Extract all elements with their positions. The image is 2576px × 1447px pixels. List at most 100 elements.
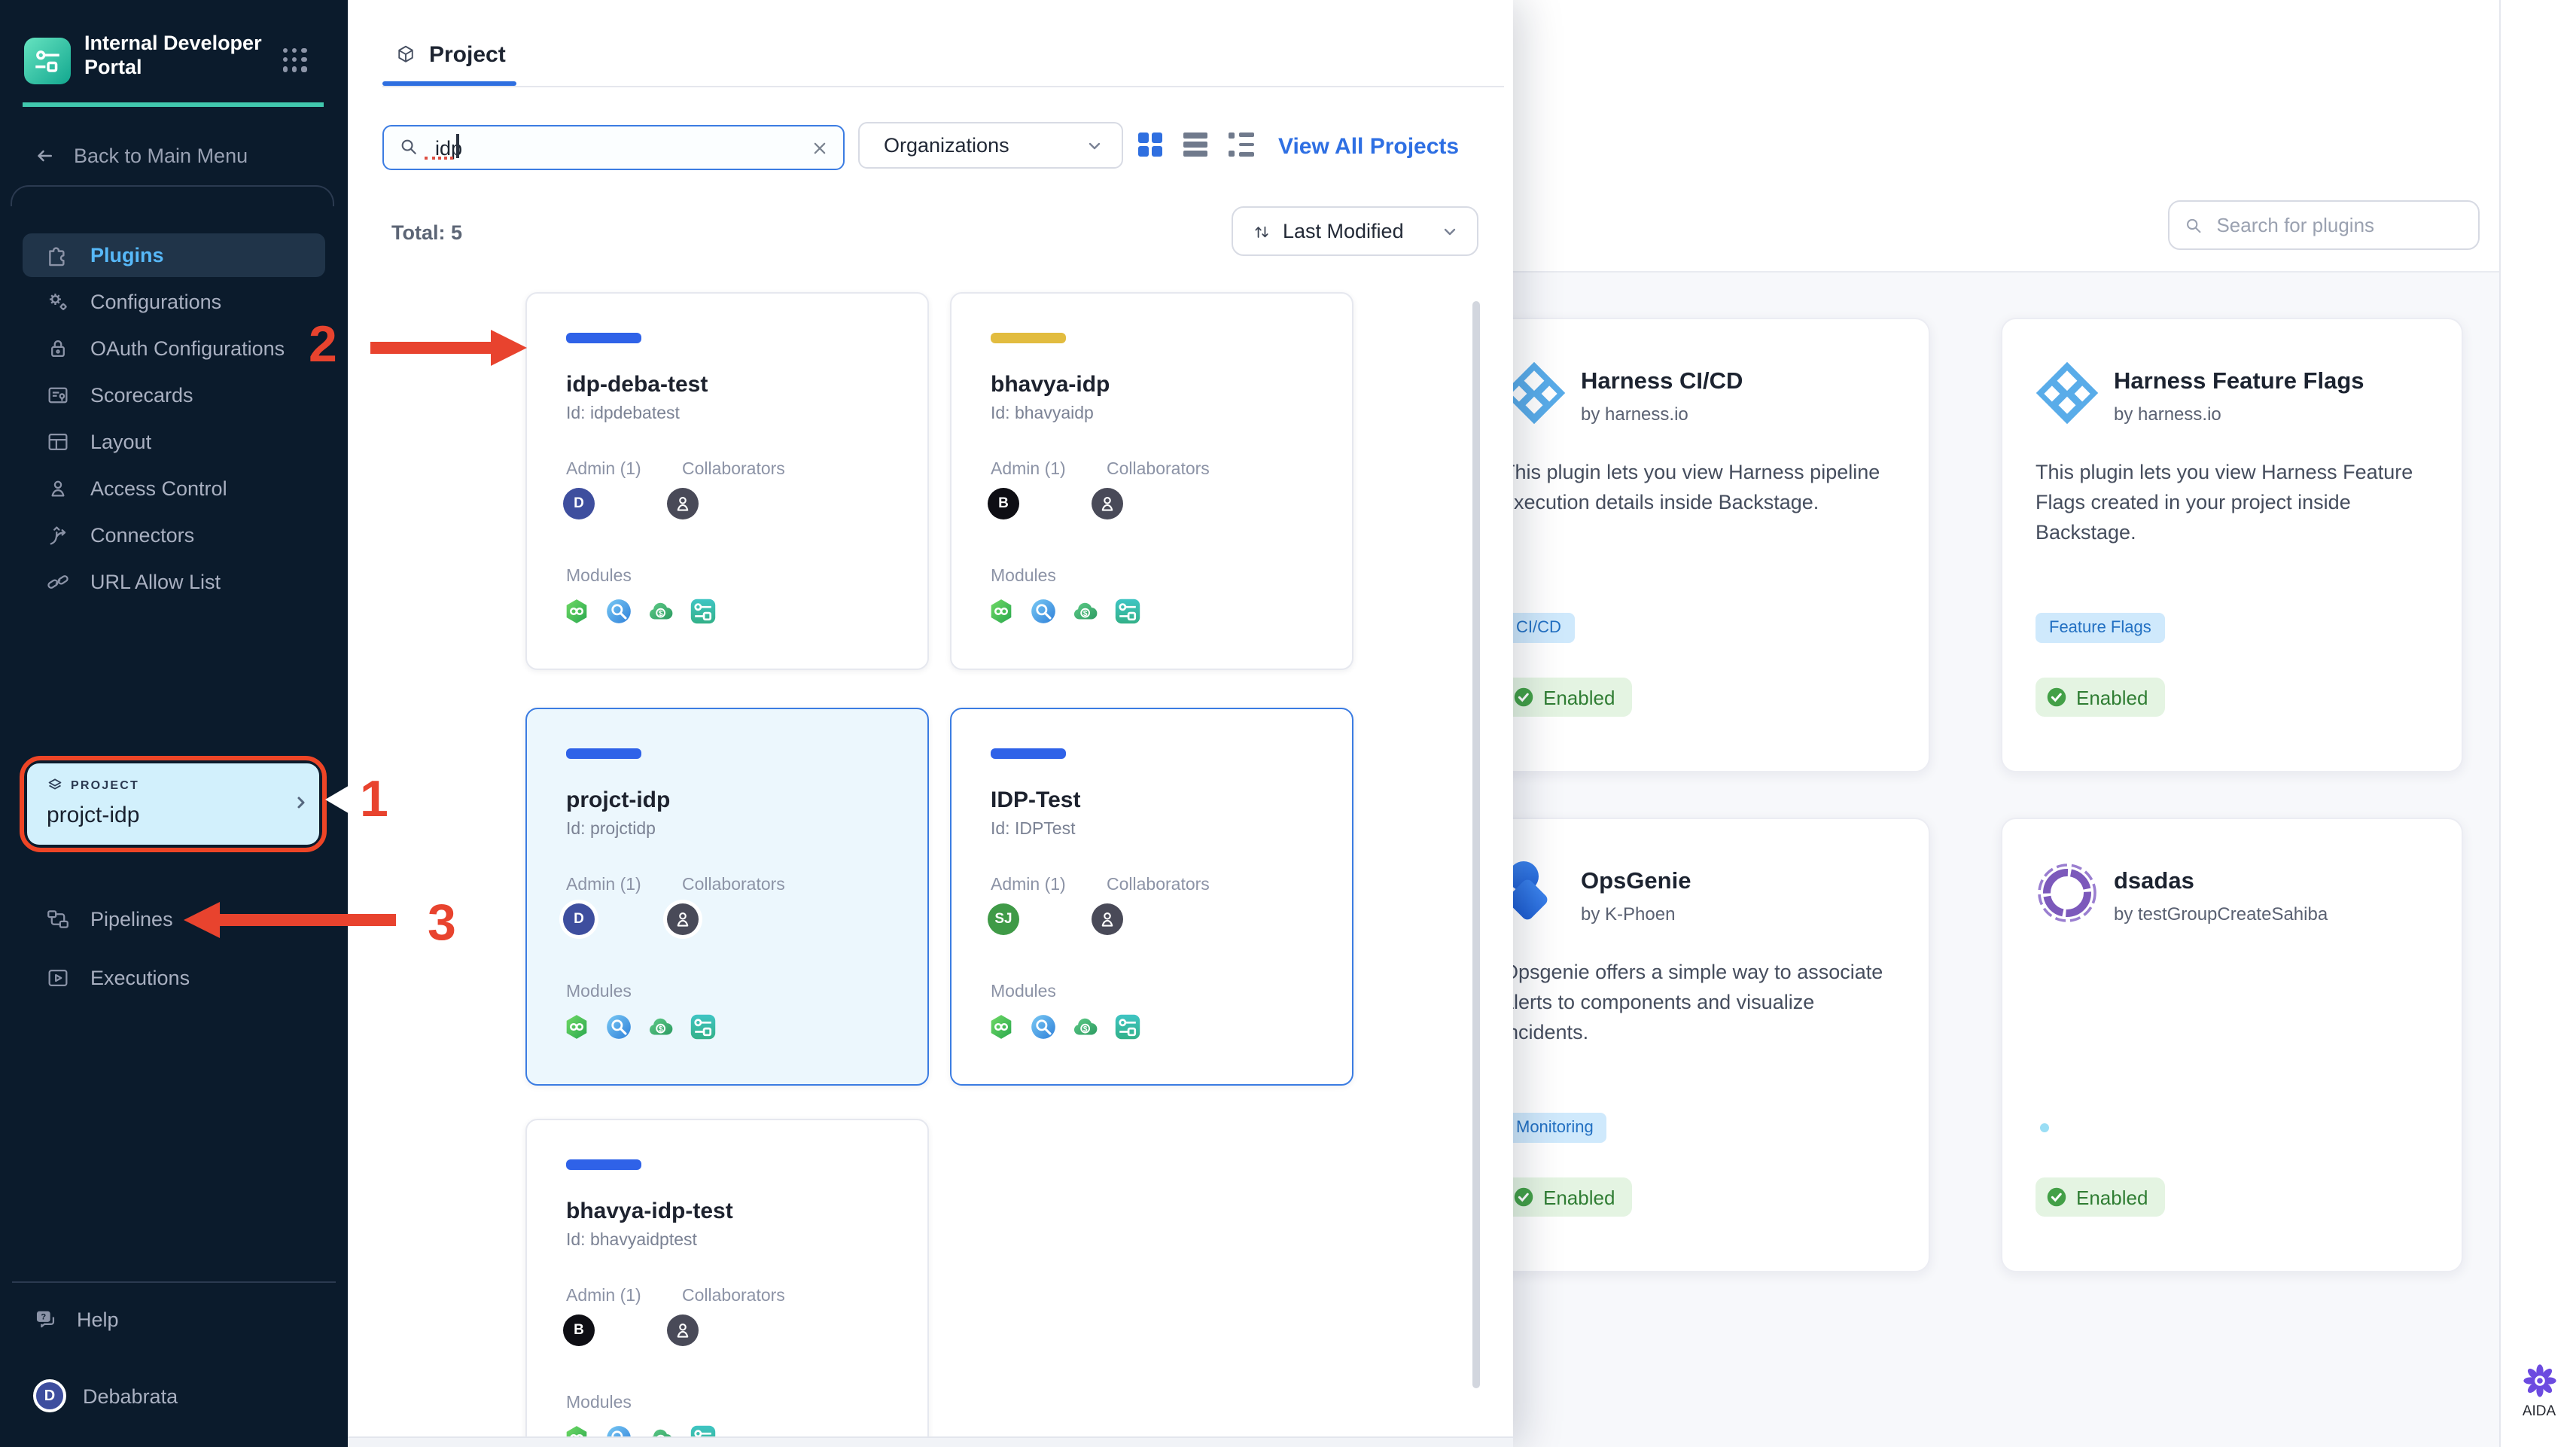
project-selector[interactable]: PROJECT projct-idp: [27, 763, 319, 845]
back-to-main-menu[interactable]: Back to Main Menu: [33, 145, 248, 167]
project-id: Id: projctidp: [566, 821, 656, 839]
cube-icon: [398, 45, 413, 62]
modules-label: Modules: [566, 983, 632, 1001]
project-card-color-bar: [566, 748, 641, 758]
help-button[interactable]: ? Help: [33, 1307, 119, 1333]
clear-search-icon[interactable]: [811, 139, 828, 156]
aida-assistant-button[interactable]: AIDA: [2501, 1363, 2576, 1420]
app-switcher-icon[interactable]: [283, 48, 307, 72]
puzzle-icon: [49, 247, 65, 267]
cd-module-icon: [988, 1013, 1015, 1040]
admin-label: Admin (1): [991, 876, 1066, 894]
modal-scrollbar[interactable]: [1472, 301, 1480, 1388]
sidebar-item-oauth-configurations[interactable]: OAuth Configurations: [23, 327, 325, 370]
tab-project[interactable]: Project: [394, 42, 506, 68]
person-icon: [51, 480, 65, 497]
view-all-projects-link[interactable]: View All Projects: [1278, 134, 1459, 160]
admin-avatar: D: [563, 903, 595, 935]
project-card-idp-test[interactable]: IDP-Test Id: IDPTest Admin (1) Collabora…: [950, 708, 1353, 1086]
chaos-module-icon: [1030, 598, 1057, 625]
organizations-dropdown[interactable]: Organizations: [858, 122, 1123, 169]
project-card-idp-deba-test[interactable]: idp-deba-test Id: idpdebatest Admin (1) …: [525, 292, 929, 670]
person-icon: [671, 492, 694, 515]
admin-label: Admin (1): [566, 1287, 641, 1305]
plugin-card-dsadas[interactable]: dsadas by testGroupCreateSahiba Enabled: [2001, 818, 2463, 1272]
sidebar-item-url-allow-list[interactable]: URL Allow List: [23, 560, 325, 604]
collaborators-label: Collaborators: [682, 461, 785, 479]
annotation-arrowhead-3: [184, 902, 220, 938]
status-badge: Enabled: [1503, 678, 1632, 717]
collaborator-avatar: [667, 488, 699, 519]
sidebar-item-scorecards[interactable]: Scorecards: [23, 373, 325, 417]
annotation-arrowhead-2: [491, 330, 527, 366]
arrow-left-icon: [38, 150, 52, 162]
project-id: Id: IDPTest: [991, 821, 1076, 839]
plugin-author: by harness.io: [1581, 404, 1688, 425]
plugins-search-input[interactable]: [2213, 212, 2463, 238]
status-badge: Enabled: [2036, 1177, 2165, 1217]
plugin-author: by K-Phoen: [1581, 903, 1676, 925]
executions-play-icon: [48, 969, 68, 987]
rows-view-toggle[interactable]: [1183, 133, 1207, 157]
section-divider: [11, 185, 334, 206]
annotation-arrow-3: [220, 914, 396, 926]
plugin-title: Harness Feature Flags: [2114, 369, 2364, 394]
link-icon: [47, 575, 69, 589]
total-count-label: Total: 5: [391, 221, 462, 244]
collaborators-label: Collaborators: [1107, 461, 1210, 479]
annotation-pointer-1: [325, 784, 351, 815]
tab-project-label: Project: [429, 42, 506, 68]
active-tab-underline: [382, 81, 516, 86]
module-icons: [988, 1013, 1141, 1040]
pipeline-logo-icon: [32, 45, 63, 77]
sidebar-item-configurations[interactable]: Configurations: [23, 280, 325, 324]
grid-view-toggle[interactable]: [1138, 133, 1162, 157]
modules-label: Modules: [991, 983, 1056, 1001]
project-name: idp-deba-test: [566, 372, 708, 398]
sort-dropdown[interactable]: Last Modified: [1232, 206, 1478, 256]
status-badge: Enabled: [2036, 678, 2165, 717]
list-view-toggle[interactable]: [1229, 133, 1254, 157]
collaborator-avatar: [1092, 488, 1123, 519]
plugin-card-harness-cicd[interactable]: Harness CI/CD by harness.io This plugin …: [1468, 318, 1930, 772]
harness-logo-icon: [2032, 358, 2102, 428]
annotation-number-3: 3: [428, 894, 456, 952]
status-badge: Enabled: [1503, 1177, 1632, 1217]
chaos-module-icon: [605, 1013, 632, 1040]
avatar: D: [33, 1379, 66, 1412]
project-id: Id: bhavyaidp: [991, 405, 1094, 423]
project-search-field[interactable]: [382, 125, 845, 170]
sidebar-item-connectors[interactable]: Connectors: [23, 513, 325, 557]
plugin-card-harness-feature-flags[interactable]: Harness Feature Flags by harness.io This…: [2001, 318, 2463, 772]
idp-module-icon: [1114, 598, 1141, 625]
scorecard-icon: [48, 387, 68, 404]
sidebar-item-executions[interactable]: Executions: [23, 956, 325, 1000]
project-card-bhavya-idp-test[interactable]: bhavya-idp-test Id: bhavyaidptest Admin …: [525, 1119, 929, 1447]
plugins-search-field[interactable]: [2168, 200, 2480, 250]
admin-label: Admin (1): [566, 876, 641, 894]
collaborator-avatar: [1092, 903, 1123, 935]
help-chat-icon: ?: [36, 1311, 55, 1328]
module-icons: [988, 598, 1141, 625]
sidebar-item-access-control[interactable]: Access Control: [23, 467, 325, 510]
annotation-arrow-2: [370, 342, 491, 354]
plugin-card-opsgenie[interactable]: OpsGenie by K-Phoen Opsgenie offers a si…: [1468, 818, 1930, 1272]
sidebar-item-plugins[interactable]: Plugins: [23, 233, 325, 277]
sidebar-item-layout[interactable]: Layout: [23, 420, 325, 464]
plugin-tag: CI/CD: [1503, 613, 1575, 643]
modules-label: Modules: [566, 1394, 632, 1412]
plugin-title: OpsGenie: [1581, 869, 1691, 894]
chaos-module-icon: [1030, 1013, 1057, 1040]
organizations-dropdown-value: Organizations: [884, 134, 1009, 157]
spellcheck-squiggle: [425, 157, 453, 160]
admin-label: Admin (1): [566, 461, 641, 479]
idp-module-icon: [690, 1013, 717, 1040]
project-card-bhavya-idp[interactable]: bhavya-idp Id: bhavyaidp Admin (1) Colla…: [950, 292, 1353, 670]
user-menu[interactable]: D Debabrata: [33, 1379, 178, 1412]
ccm-module-icon: [1072, 1013, 1099, 1040]
check-circle-icon: [1514, 687, 1533, 707]
project-card-projct-idp[interactable]: projct-idp Id: projctidp Admin (1) Colla…: [525, 708, 929, 1086]
project-search-input[interactable]: [432, 135, 784, 160]
project-name: bhavya-idp: [991, 372, 1110, 398]
collaborators-label: Collaborators: [1107, 876, 1210, 894]
